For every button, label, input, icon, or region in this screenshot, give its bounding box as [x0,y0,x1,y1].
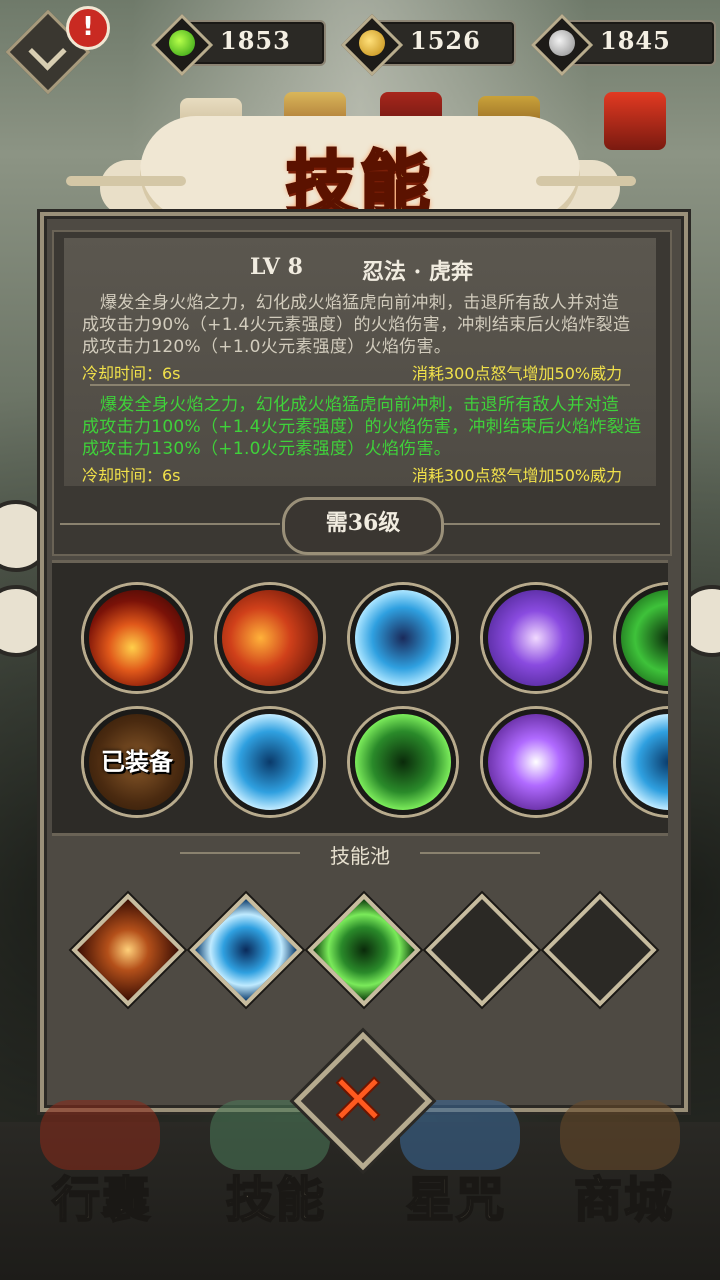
nav-shop[interactable]: 商城 [554,1160,694,1230]
lightning-storm-skill[interactable] [483,709,589,815]
desc-line: 成攻击力90%（+1.4火元素强度）的火焰伤害，冲刺结束后火焰炸裂造 [82,315,631,335]
silver-count: 1845 [600,26,671,55]
requirement-divider-right [440,523,660,525]
desc-line: 成攻击力100%（+1.4火元素强度）的火焰伤害，冲刺结束后火焰炸裂造 [82,417,642,437]
desc-line: 爆发全身火焰之力，幻化成火焰猛虎向前冲刺，击退所有敌人并对造 [100,395,619,415]
description-divider [90,384,630,386]
skill-desc-next: 爆发全身火焰之力，幻化成火焰猛虎向前冲刺，击退所有敌人并对造 成攻击力100%（… [82,394,642,460]
equipped-fire-tiger-skill[interactable]: 已装备 [84,709,190,815]
nav-star-curse[interactable]: 星咒 [386,1160,526,1230]
skill-pool-title: 技能池 [330,844,390,868]
desc-line: 成攻击力120%（+1.0火元素强度）火焰伤害。 [82,337,452,357]
jade-count: 1853 [220,26,291,55]
water-spiral-skill[interactable] [616,709,668,815]
rage-bonus-next: 消耗300点怒气增加50%威力 [412,466,623,485]
poison-demon-skill[interactable] [616,585,668,691]
gift-box-icon[interactable] [604,92,666,150]
poison-cloud-skill[interactable] [350,709,456,815]
gold-count: 1526 [410,26,481,55]
desc-line: 成攻击力130%（+1.0火元素强度）火焰伤害。 [82,439,452,459]
water-tide-skill[interactable] [217,709,323,815]
lightning-claw-skill[interactable] [483,585,589,691]
skill-name: 忍法 · 虎奔 [362,259,473,285]
rage-bonus-current: 消耗300点怒气增加50%威力 [412,364,623,383]
requirement-divider-left [60,523,280,525]
alert-badge[interactable]: ! [66,6,110,50]
fire-slash-skill[interactable] [84,585,190,691]
fire-wave-skill[interactable] [217,585,323,691]
cloud-swirl-right [536,176,636,186]
water-vortex-skill[interactable] [350,585,456,691]
nav-bag[interactable]: 行囊 [32,1160,172,1230]
cooldown-current: 冷却时间：6s [82,364,181,383]
desc-line: 爆发全身火焰之力，幻化成火焰猛虎向前冲刺，击退所有敌人并对造 [100,293,619,313]
pool-divider-right [420,852,540,854]
skill-list: 已装备 [52,560,668,836]
equipped-label: 已装备 [101,747,173,776]
close-icon: ✕ [327,1058,389,1142]
skill-desc-current: 爆发全身火焰之力，幻化成火焰猛虎向前冲刺，击退所有敌人并对造 成攻击力90%（+… [82,292,642,358]
nav-skills[interactable]: 技能 [206,1160,346,1230]
gold-coin-icon [359,30,385,56]
skill-level: LV 8 [250,254,303,280]
jade-icon [169,30,195,56]
level-requirement-button[interactable]: 需36级 [282,497,444,555]
silver-coin-icon [549,30,575,56]
cloud-swirl-left [66,176,186,186]
cooldown-next: 冷却时间：6s [82,466,181,485]
pool-divider-left [180,852,300,854]
